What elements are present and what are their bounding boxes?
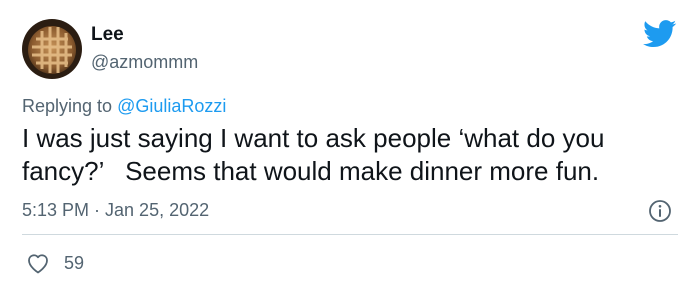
tweet-text: I was just saying I want to ask people ‘…	[22, 123, 612, 186]
info-icon[interactable]	[648, 199, 672, 223]
like-button[interactable]: 59	[26, 252, 84, 274]
replying-to: Replying to @GiuliaRozzi	[22, 96, 226, 117]
twitter-bird-icon[interactable]	[643, 20, 677, 48]
tweet-timestamp[interactable]: 5:13 PM · Jan 25, 2022	[22, 200, 209, 221]
reply-mention-link[interactable]: @GiuliaRozzi	[117, 96, 226, 116]
user-handle[interactable]: @azmommm	[91, 52, 198, 73]
tweet-card: Lee @azmommm Replying to @GiuliaRozzi I …	[0, 0, 700, 288]
divider	[22, 234, 678, 235]
heart-icon	[26, 252, 50, 274]
replying-to-label: Replying to	[22, 96, 118, 116]
display-name[interactable]: Lee	[91, 24, 124, 46]
avatar[interactable]	[22, 19, 82, 79]
like-count: 59	[64, 252, 85, 273]
